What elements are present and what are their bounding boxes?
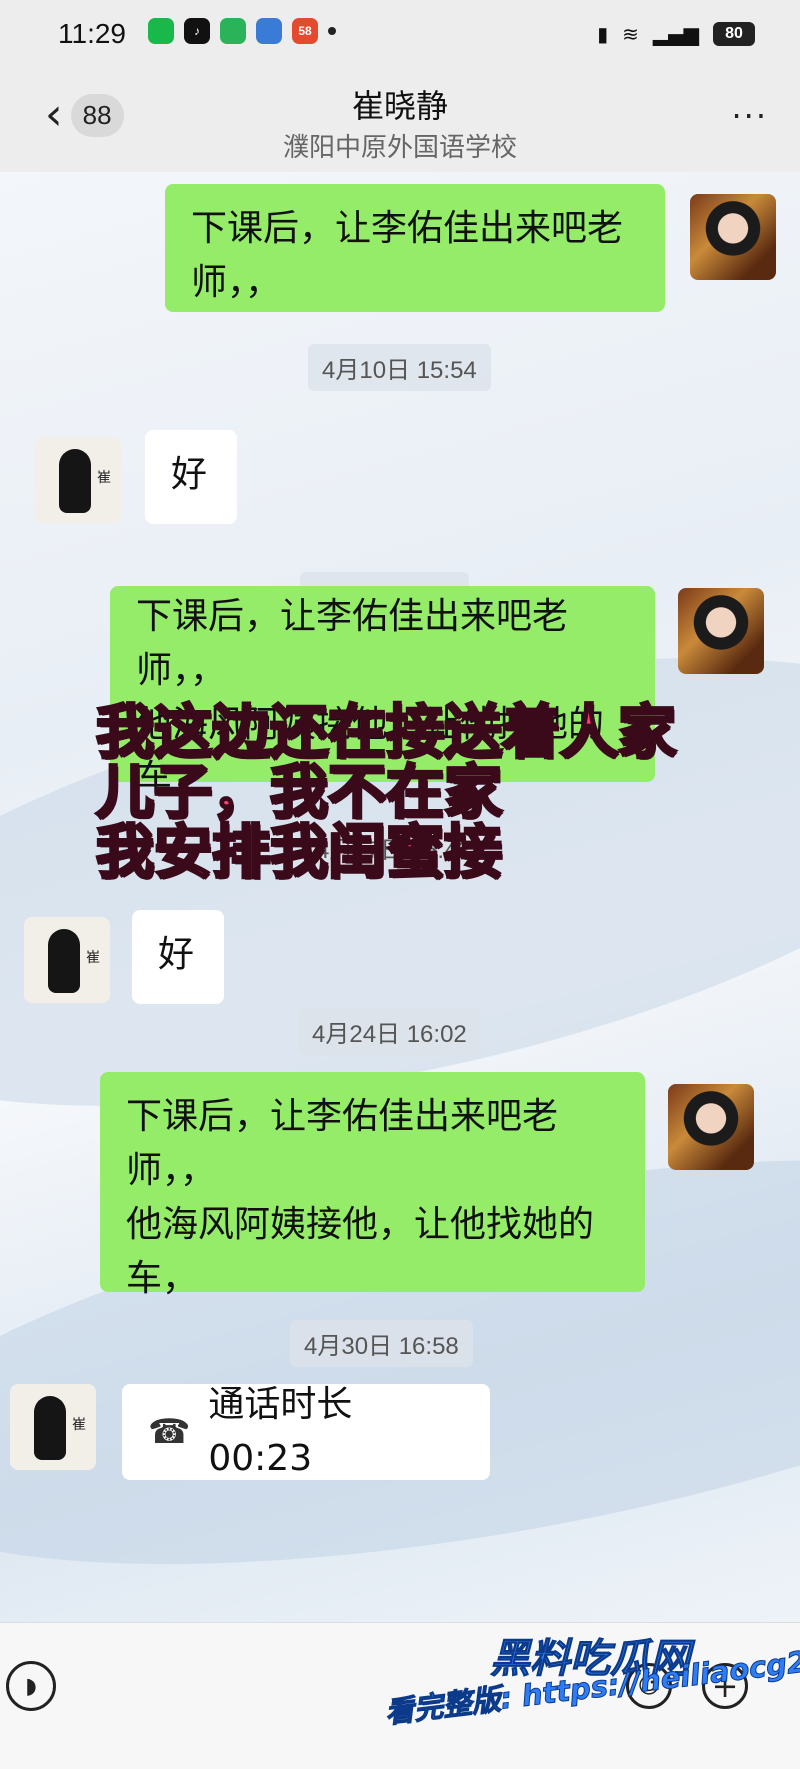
chat-header: ‹ 88 崔晓静 濮阳中原外国语学校 ··· xyxy=(0,75,800,172)
voice-icon[interactable]: ◗ xyxy=(6,1661,56,1711)
timestamp: 4月10日 15:54 xyxy=(308,344,491,391)
tiktok-icon: ♪ xyxy=(184,18,210,44)
vibrate-icon: ▮ xyxy=(597,22,609,46)
status-bar: 11:29 ♪ 58 ▮ ≋ ▂▄▆ 80 xyxy=(0,0,800,75)
battery-icon: 80 xyxy=(713,22,755,46)
silhouette-image xyxy=(59,449,91,513)
app-icon xyxy=(256,18,282,44)
contact-avatar[interactable]: 崔 xyxy=(24,917,110,1003)
system-icons: ▮ ≋ ▂▄▆ 80 xyxy=(597,22,755,46)
phone-icon: ☎ xyxy=(148,1412,191,1452)
overlay-line-1: 我这边还在接送着人家 xyxy=(95,698,678,766)
wifi-icon: ≋ xyxy=(622,22,639,46)
message-bubble-received[interactable]: 好 xyxy=(145,430,237,524)
seal-glyph: 崔 xyxy=(86,950,100,966)
message-bubble-received[interactable]: 好 xyxy=(132,910,224,1004)
my-avatar[interactable] xyxy=(668,1084,754,1170)
call-record-bubble[interactable]: ☎ 通话时长 00:23 xyxy=(122,1384,490,1480)
overlay-caption: 我这边还在接送着人家 儿子，我不在家 我安排我闺蜜接 xyxy=(95,698,756,886)
message-bubble-sent[interactable]: 下课后，让李佑佳出来吧老 师，， xyxy=(165,184,665,312)
seal-glyph: 崔 xyxy=(72,1417,86,1433)
contact-avatar[interactable]: 崔 xyxy=(35,437,121,523)
timestamp: 4月30日 16:58 xyxy=(290,1320,473,1367)
call-duration: 通话时长 00:23 xyxy=(208,1384,353,1479)
notification-icons: ♪ 58 xyxy=(148,18,336,44)
overlay-line-3: 我安排我闺蜜接 xyxy=(95,818,504,886)
contact-avatar[interactable]: 崔 xyxy=(10,1384,96,1470)
signal-icon: ▂▄▆ xyxy=(652,22,699,46)
status-time: 11:29 xyxy=(58,18,126,49)
message-bubble-sent[interactable]: 下课后，让李佑佳出来吧老 师，， 他海风阿姨接他，让他找她的 车， xyxy=(100,1072,645,1299)
seal-glyph: 崔 xyxy=(97,470,111,486)
my-avatar[interactable] xyxy=(678,588,764,674)
silhouette-image xyxy=(34,1396,66,1460)
contact-name: 崔晓静 xyxy=(351,87,448,125)
overlay-line-2: 儿子，我不在家 xyxy=(95,758,504,826)
message-list[interactable]: 下课后，让李佑佳出来吧老 师，， 4月10日 15:54 崔 好 4月17日 1… xyxy=(0,172,800,1622)
timestamp: 4月24日 16:02 xyxy=(298,1008,481,1055)
wechat-icon xyxy=(148,18,174,44)
my-avatar[interactable] xyxy=(690,194,776,280)
more-options-button[interactable]: ··· xyxy=(731,97,768,135)
58-icon: 58 xyxy=(292,18,318,44)
messages-icon xyxy=(220,18,246,44)
contact-organization: 濮阳中原外国语学校 xyxy=(282,133,517,163)
silhouette-image xyxy=(48,929,80,993)
more-notifications-dot xyxy=(328,27,336,35)
